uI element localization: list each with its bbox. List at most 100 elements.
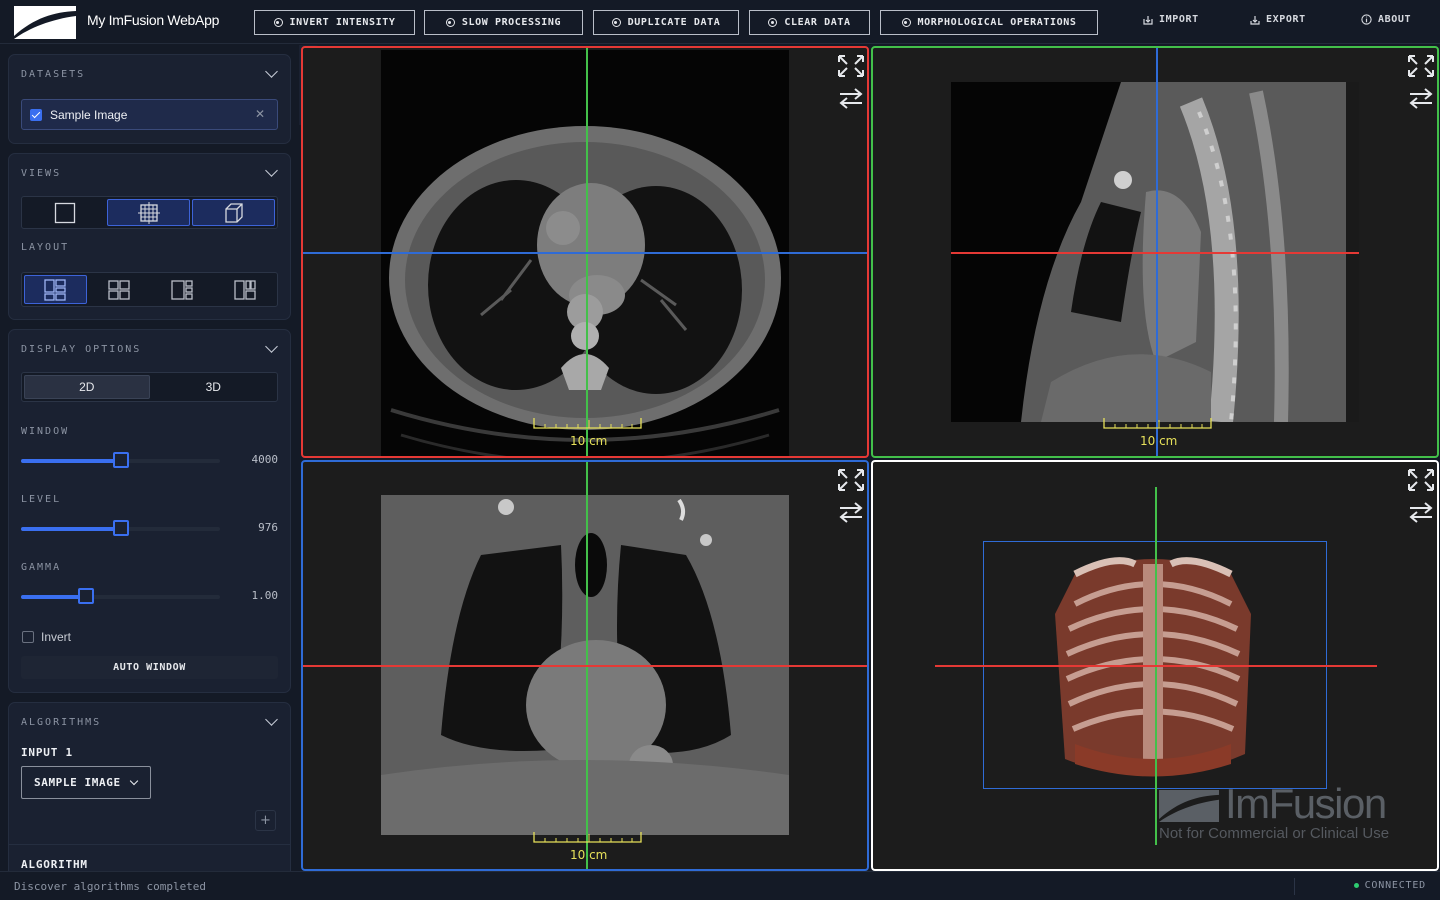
gamma-value: 1.00 <box>251 589 279 602</box>
sidebar: DATASETS Sample Image ✕ VIEWS LAYOUT DIS… <box>0 45 299 871</box>
tab-3d[interactable]: 3D <box>152 375 276 399</box>
layout-2-button[interactable] <box>89 275 150 304</box>
duplicate-data-button[interactable]: DUPLICATE DATA <box>593 10 739 35</box>
single-view-button[interactable] <box>24 199 105 226</box>
export-icon <box>1250 15 1260 25</box>
divider <box>1294 878 1295 895</box>
invert-intensity-button[interactable]: INVERT INTENSITY <box>254 10 415 35</box>
dataset-checkbox[interactable] <box>30 109 42 121</box>
input-select[interactable]: SAMPLE IMAGE <box>21 766 151 799</box>
scale-label: 10 cm <box>570 434 608 448</box>
invert-label: Invert <box>41 630 72 644</box>
status-dot-icon <box>1353 883 1359 888</box>
status-message: Discover algorithms completed <box>14 880 207 893</box>
gear-icon <box>445 18 455 27</box>
import-icon <box>1143 15 1153 25</box>
clear-data-button[interactable]: CLEAR DATA <box>749 10 870 35</box>
imfusion-logo-icon <box>1159 790 1219 822</box>
window-slider[interactable] <box>21 452 220 468</box>
axial-crosshair-line[interactable] <box>303 665 867 667</box>
swap-icon[interactable] <box>837 500 865 524</box>
slow-processing-button[interactable]: SLOW PROCESSING <box>424 10 583 35</box>
scale-label: 10 cm <box>570 848 608 862</box>
top-bar: My ImFusion WebApp INVERT INTENSITY SLOW… <box>0 0 1440 44</box>
axial-viewport[interactable]: 10 cm <box>301 46 869 458</box>
gamma-label: GAMMA <box>21 562 62 573</box>
tab-2d[interactable]: 2D <box>24 375 150 399</box>
maximize-icon[interactable] <box>1407 468 1435 492</box>
gamma-slider-fill <box>21 595 86 599</box>
sagittal-viewport[interactable]: 10 cm <box>871 46 1439 458</box>
level-slider-thumb[interactable] <box>113 520 129 536</box>
chevron-down-icon[interactable] <box>265 65 278 78</box>
axial-crosshair-line[interactable] <box>935 665 1377 667</box>
layout-1-button[interactable] <box>24 275 87 304</box>
auto-window-button[interactable]: AUTO WINDOW <box>21 656 278 679</box>
gear-icon <box>273 18 283 27</box>
views-title: VIEWS <box>21 168 62 179</box>
algorithms-title: ALGORITHMS <box>21 717 102 728</box>
maximize-icon[interactable] <box>1407 54 1435 78</box>
imfusion-logo-icon <box>14 6 76 39</box>
window-slider-fill <box>21 459 121 463</box>
add-input-button[interactable]: + <box>255 810 276 831</box>
watermark-notice: Not for Commercial or Clinical Use <box>1159 825 1390 842</box>
export-button[interactable]: EXPORT <box>1250 14 1306 25</box>
gamma-slider-thumb[interactable] <box>78 588 94 604</box>
swap-icon[interactable] <box>1407 86 1435 110</box>
about-button[interactable]: ABOUT <box>1361 14 1411 25</box>
display-options-title: DISPLAY OPTIONS <box>21 344 142 355</box>
display-options-panel: DISPLAY OPTIONS 2D 3D WINDOW 4000 LEVEL … <box>8 329 291 693</box>
invert-checkbox[interactable] <box>22 631 34 643</box>
dimension-tabs: 2D 3D <box>21 372 278 402</box>
level-slider[interactable] <box>21 520 220 536</box>
datasets-panel: DATASETS Sample Image ✕ <box>8 54 291 144</box>
layout-4-icon <box>233 279 256 300</box>
chevron-down-icon[interactable] <box>265 164 278 177</box>
swap-icon[interactable] <box>837 86 865 110</box>
import-button[interactable]: IMPORT <box>1143 14 1199 25</box>
app-title: My ImFusion WebApp <box>87 12 220 28</box>
info-icon <box>1361 14 1372 25</box>
gear-icon <box>611 18 621 27</box>
views-panel: VIEWS LAYOUT <box>8 153 291 320</box>
divider <box>9 844 290 845</box>
level-slider-fill <box>21 527 121 531</box>
coronal-viewport[interactable]: 10 cm <box>301 460 869 871</box>
coronal-crosshair-line[interactable] <box>303 252 867 254</box>
level-value: 976 <box>258 521 278 534</box>
maximize-icon[interactable] <box>837 468 865 492</box>
cube-view-icon <box>224 202 243 223</box>
axial-crosshair-line[interactable] <box>951 252 1359 254</box>
gear-icon <box>768 18 778 27</box>
crosshair-view-button[interactable] <box>107 199 190 226</box>
volume-viewport[interactable]: ImFusion Not for Commercial or Clinical … <box>871 460 1439 871</box>
layout-selector <box>21 272 278 307</box>
gamma-slider[interactable] <box>21 588 220 604</box>
layout-1-icon <box>44 278 67 301</box>
layout-4-button[interactable] <box>214 275 275 304</box>
view-mode-selector <box>21 196 278 229</box>
chevron-down-icon <box>129 776 138 785</box>
chevron-down-icon[interactable] <box>265 340 278 353</box>
cube-view-button[interactable] <box>192 199 275 226</box>
algorithms-panel: ALGORITHMS INPUT 1 SAMPLE IMAGE + ALGORI… <box>8 702 291 871</box>
scale-label: 10 cm <box>1140 434 1178 448</box>
window-slider-thumb[interactable] <box>113 452 129 468</box>
chevron-down-icon[interactable] <box>265 713 278 726</box>
maximize-icon[interactable] <box>837 54 865 78</box>
dataset-item[interactable]: Sample Image ✕ <box>21 99 278 130</box>
crosshair-view-icon <box>137 201 160 224</box>
window-label: WINDOW <box>21 426 70 437</box>
layout-3-button[interactable] <box>152 275 213 304</box>
morphological-operations-button[interactable]: MORPHOLOGICAL OPERATIONS <box>880 10 1098 35</box>
datasets-title: DATASETS <box>21 69 86 80</box>
layout-3-icon <box>171 279 193 300</box>
connection-status: CONNECTED <box>1353 880 1426 891</box>
status-bar: Discover algorithms completed CONNECTED <box>0 871 1440 900</box>
input-label: INPUT 1 <box>21 746 73 759</box>
dataset-label: Sample Image <box>50 108 128 122</box>
close-icon[interactable]: ✕ <box>255 107 265 121</box>
gear-icon <box>901 18 911 27</box>
swap-icon[interactable] <box>1407 500 1435 524</box>
